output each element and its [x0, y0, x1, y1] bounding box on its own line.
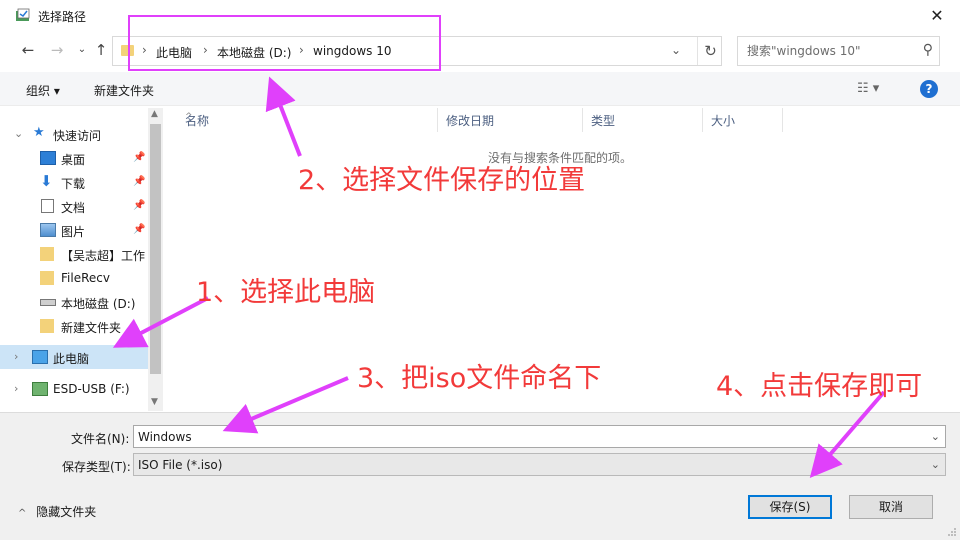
- pin-icon: 📌: [133, 176, 146, 187]
- hide-folders-label: 隐藏文件夹: [36, 505, 97, 519]
- pictures-icon: [40, 223, 56, 237]
- address-highlight-box: [128, 15, 441, 71]
- recent-locations-button[interactable]: ⌄: [73, 41, 91, 59]
- column-label: 修改日期: [446, 114, 495, 128]
- navigation-pane: ⌄ ★ 快速访问 桌面 📌 ⬇ 下载 📌 文档 📌 图片 📌 【吴志超】工作 F…: [0, 108, 148, 411]
- star-icon: ★: [33, 125, 45, 140]
- column-header-size[interactable]: 大小: [703, 108, 783, 132]
- forward-button[interactable]: →: [48, 41, 66, 59]
- folder-icon: [40, 247, 54, 261]
- organize-menu[interactable]: 组织 ▾: [26, 82, 60, 99]
- download-icon: ⬇: [40, 172, 53, 190]
- sidebar-item-drive-d[interactable]: 本地磁盘 (D:): [0, 290, 148, 314]
- back-button[interactable]: ←: [19, 41, 37, 59]
- arrow-left-icon: ←: [21, 41, 35, 59]
- document-icon: [41, 199, 54, 213]
- sidebar-item-new-folder[interactable]: 新建文件夹: [0, 314, 148, 338]
- sidebar-item-documents[interactable]: 文档 📌: [0, 194, 148, 218]
- filetype-select[interactable]: ISO File (*.iso) ⌄: [133, 453, 946, 476]
- sidebar-item-filerecv[interactable]: FileRecv: [0, 266, 148, 290]
- sidebar-item-label: 本地磁盘 (D:): [61, 297, 136, 311]
- annotation-step4: 4、点击保存即可: [716, 371, 923, 402]
- refresh-icon: ↻: [704, 42, 717, 60]
- desktop-icon: [40, 151, 56, 165]
- arrow-up-icon: ↑: [94, 41, 108, 59]
- filetype-value: ISO File (*.iso): [138, 458, 223, 472]
- save-button[interactable]: 保存(S): [748, 495, 832, 519]
- sidebar-item-label: FileRecv: [61, 271, 110, 285]
- computer-icon: [32, 350, 48, 364]
- sidebar-item-downloads[interactable]: ⬇ 下载 📌: [0, 170, 148, 194]
- column-label: 类型: [591, 114, 616, 128]
- help-icon[interactable]: ?: [920, 80, 938, 98]
- sidebar-item-label: 此电脑: [53, 352, 90, 366]
- chevron-down-icon: ⌄: [77, 44, 87, 55]
- window-title: 选择路径: [38, 10, 87, 24]
- column-header-type[interactable]: 类型: [583, 108, 703, 132]
- scrollbar-thumb[interactable]: [150, 124, 161, 374]
- command-toolbar: 组织 ▾ 新建文件夹 ☷ ▾ ?: [0, 72, 960, 106]
- new-folder-button[interactable]: 新建文件夹: [94, 82, 154, 99]
- chevron-right-icon[interactable]: ›: [14, 382, 18, 395]
- search-input[interactable]: [738, 37, 913, 65]
- save-form: 文件名(N): ⌄ 保存类型(T): ISO File (*.iso) ⌄ ^ …: [0, 412, 960, 540]
- search-box[interactable]: ⚲: [737, 36, 940, 66]
- usb-drive-icon: [32, 382, 48, 396]
- search-icon[interactable]: ⚲: [923, 42, 933, 58]
- view-options-icon[interactable]: ☷ ▾: [857, 81, 879, 96]
- sidebar-item-label: 快速访问: [53, 129, 102, 143]
- sidebar-item-label: ESD-USB (F:): [53, 382, 130, 396]
- address-dropdown-icon[interactable]: ⌄: [671, 43, 681, 57]
- sidebar-item-label: 新建文件夹: [61, 321, 122, 335]
- sidebar-scrollbar[interactable]: ▲ ▼: [148, 108, 163, 411]
- arrow-right-icon: →: [50, 41, 64, 59]
- annotation-step3: 3、把iso文件命名下: [357, 363, 602, 394]
- sidebar-item-label: 图片: [61, 225, 86, 239]
- drive-icon: [40, 299, 56, 306]
- annotation-step1: 1、选择此电脑: [196, 277, 376, 308]
- pin-icon: 📌: [133, 152, 146, 163]
- filename-label: 文件名(N):: [71, 432, 130, 446]
- sidebar-item-label: 【吴志超】工作: [61, 249, 146, 263]
- close-button[interactable]: ✕: [914, 0, 960, 32]
- annotation-step2: 2、选择文件保存的位置: [298, 165, 586, 196]
- sidebar-item-pictures[interactable]: 图片 📌: [0, 218, 148, 242]
- resize-grip-icon[interactable]: [947, 527, 957, 537]
- pin-icon: 📌: [133, 200, 146, 211]
- sidebar-item-quick-access[interactable]: ⌄ ★ 快速访问: [0, 122, 148, 146]
- filename-field[interactable]: ⌄: [133, 425, 946, 448]
- sidebar-item-usb[interactable]: › ESD-USB (F:): [0, 377, 148, 401]
- column-header-name[interactable]: 名称 ^: [177, 108, 438, 132]
- chevron-down-icon[interactable]: ⌄: [14, 127, 23, 140]
- chevron-down-icon[interactable]: ⌄: [931, 458, 940, 471]
- column-label: 大小: [711, 114, 736, 128]
- folder-icon: [40, 319, 54, 333]
- chevron-right-icon[interactable]: ›: [14, 350, 18, 363]
- folder-icon: [40, 271, 54, 285]
- scroll-up-icon[interactable]: ▲: [151, 109, 158, 119]
- sidebar-item-work-folder[interactable]: 【吴志超】工作: [0, 242, 148, 266]
- up-button[interactable]: ↑: [92, 41, 110, 59]
- chevron-down-icon[interactable]: ⌄: [931, 430, 940, 443]
- scroll-down-icon[interactable]: ▼: [151, 397, 158, 407]
- sidebar-item-label: 文档: [61, 201, 86, 215]
- sort-ascending-icon: ^: [185, 112, 193, 122]
- pin-icon: 📌: [133, 224, 146, 235]
- cancel-button[interactable]: 取消: [849, 495, 933, 519]
- chevron-up-icon: ^: [18, 508, 27, 519]
- sidebar-item-label: 桌面: [61, 153, 86, 167]
- filetype-label: 保存类型(T):: [62, 460, 131, 474]
- app-icon: [16, 8, 30, 21]
- column-header-date[interactable]: 修改日期: [438, 108, 583, 132]
- refresh-button[interactable]: ↻: [697, 37, 723, 65]
- sidebar-item-this-pc[interactable]: › 此电脑: [0, 345, 148, 369]
- filename-input[interactable]: [134, 426, 945, 447]
- sidebar-item-label: 下载: [61, 177, 86, 191]
- hide-folders-toggle[interactable]: ^ 隐藏文件夹: [18, 503, 96, 520]
- sidebar-item-desktop[interactable]: 桌面 📌: [0, 146, 148, 170]
